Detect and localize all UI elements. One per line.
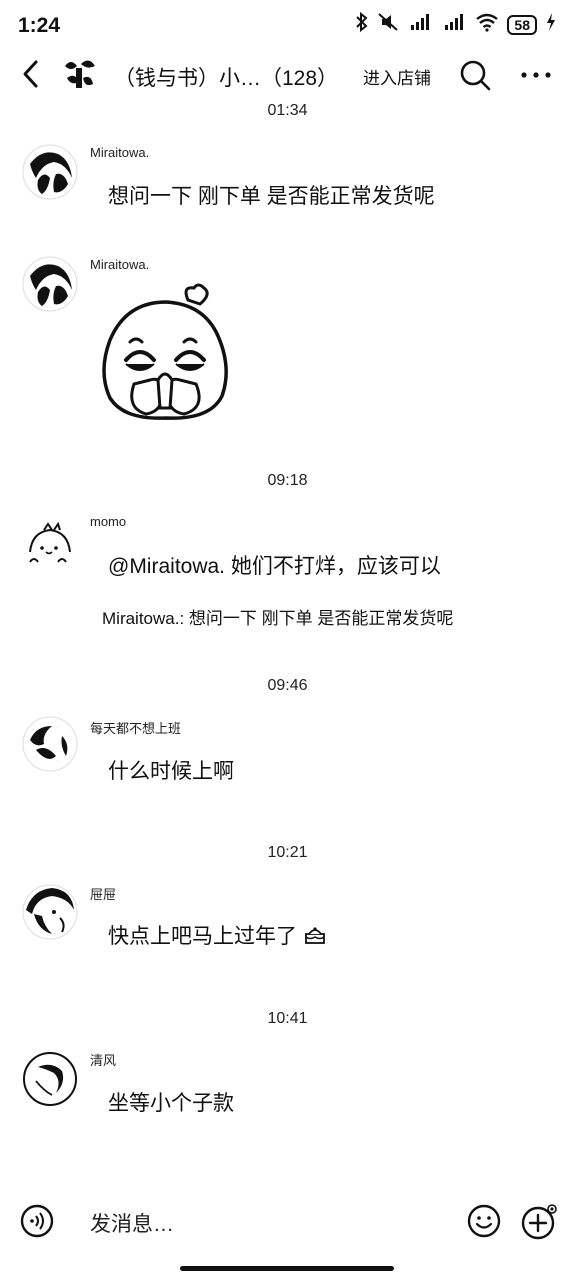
- sender-name: 清风: [90, 1053, 117, 1068]
- avatar[interactable]: [22, 256, 78, 312]
- message-input-bar: 发消息…: [0, 1190, 575, 1250]
- message-text[interactable]: 想问一下 刚下单 是否能正常发货呢: [108, 180, 435, 210]
- avatar[interactable]: [22, 716, 78, 772]
- avatar[interactable]: [22, 144, 78, 200]
- search-icon: [460, 60, 491, 91]
- sender-name: 每天都不想上班: [90, 721, 182, 736]
- cake-emoji-icon: [304, 927, 325, 944]
- avatar[interactable]: [22, 884, 78, 940]
- battery-icon: 58: [507, 14, 537, 35]
- plus-icon: [521, 1204, 557, 1240]
- wifi-icon: [475, 12, 499, 37]
- emoji-button[interactable]: [467, 1204, 501, 1238]
- timestamp: 01:34: [267, 102, 308, 119]
- voice-icon: [20, 1204, 54, 1238]
- signal-icon: [441, 12, 467, 37]
- timestamp: 10:21: [267, 844, 308, 861]
- status-bar: 1:24 58: [0, 0, 575, 52]
- avatar[interactable]: [22, 518, 78, 574]
- timestamp: 09:18: [267, 472, 308, 489]
- praying-sticker[interactable]: [96, 280, 236, 425]
- chat-header: （钱与书）小…（128） 进入店铺: [0, 46, 575, 102]
- back-button[interactable]: [16, 56, 46, 92]
- message-text[interactable]: 什么时候上啊: [108, 755, 234, 785]
- voice-button[interactable]: [20, 1204, 54, 1238]
- group-avatar[interactable]: [57, 52, 101, 96]
- timestamp: 09:46: [267, 677, 308, 694]
- status-icons: 58: [355, 11, 557, 37]
- sender-name: momo: [90, 514, 127, 529]
- more-icon: [521, 72, 551, 78]
- avatar[interactable]: [22, 1051, 78, 1107]
- message-text-content: 快点上吧马上过年了: [108, 925, 297, 948]
- signal-icon: [407, 12, 433, 37]
- sender-name: 屉屉: [90, 887, 117, 902]
- bluetooth-icon: [355, 11, 369, 37]
- more-actions-button[interactable]: [521, 1204, 557, 1240]
- charging-icon: [545, 12, 557, 37]
- sender-name: Miraitowa.: [90, 145, 150, 160]
- home-indicator[interactable]: [180, 1266, 394, 1271]
- mute-icon: [377, 12, 399, 37]
- enter-shop-button[interactable]: 进入店铺: [363, 64, 431, 89]
- search-button[interactable]: [458, 58, 492, 92]
- quoted-message[interactable]: Miraitowa.: 想问一下 刚下单 是否能正常发货呢: [102, 604, 453, 629]
- message-text[interactable]: 坐等小个子款: [108, 1087, 234, 1117]
- chat-title: （钱与书）小…（128）: [114, 67, 339, 90]
- message-text[interactable]: 快点上吧马上过年了: [108, 920, 327, 950]
- more-button[interactable]: [518, 58, 554, 92]
- timestamp: 10:41: [267, 1010, 308, 1027]
- emoji-icon: [467, 1204, 501, 1238]
- status-time: 1:24: [18, 14, 61, 37]
- back-icon: [23, 60, 38, 88]
- message-text[interactable]: @Miraitowa. 她们不打烊，应该可以: [108, 550, 441, 580]
- message-input[interactable]: 发消息…: [90, 1208, 174, 1238]
- sender-name: Miraitowa.: [90, 257, 150, 272]
